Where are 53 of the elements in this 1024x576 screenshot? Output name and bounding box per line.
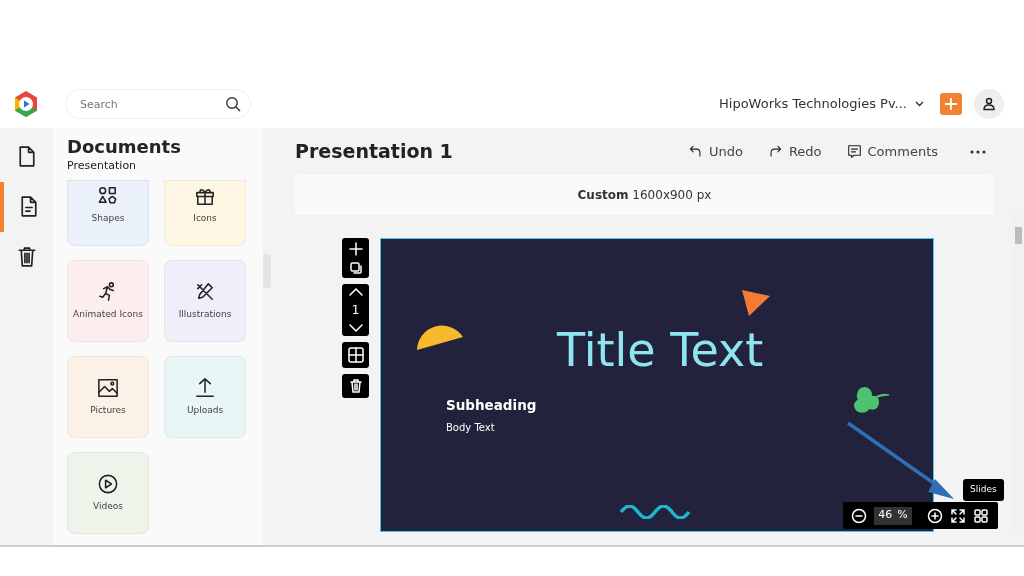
asset-tile[interactable]: Uploads bbox=[164, 356, 246, 439]
search-field[interactable]: Search bbox=[65, 89, 251, 119]
asset-tile[interactable]: Illustrations bbox=[164, 260, 246, 343]
page-number: 1 bbox=[351, 302, 360, 319]
search-icon[interactable] bbox=[225, 96, 241, 112]
zoom-out-button[interactable] bbox=[851, 507, 867, 524]
grid-icon bbox=[973, 507, 989, 524]
redo-button[interactable]: Redo bbox=[758, 141, 830, 162]
asset-tile[interactable]: Videos bbox=[67, 452, 149, 535]
comments-button[interactable]: Comments bbox=[837, 141, 946, 162]
panel-subtitle: Presentation bbox=[67, 157, 138, 174]
zoom-field[interactable]: 46 % bbox=[874, 506, 912, 525]
tooltip: Slides bbox=[963, 479, 1004, 501]
triangle-shape[interactable] bbox=[741, 289, 771, 317]
plus-icon bbox=[944, 97, 958, 111]
document-title: Presentation 1 bbox=[295, 140, 453, 163]
canvas-size[interactable]: Custom 1600x900 px bbox=[577, 186, 712, 204]
slide-subheading[interactable]: Subheading bbox=[446, 395, 537, 416]
slide-body-text[interactable]: Body Text bbox=[446, 420, 495, 435]
chevron-up-icon bbox=[347, 287, 364, 297]
previous-slide-button[interactable] bbox=[347, 287, 364, 297]
copy-icon bbox=[348, 261, 363, 275]
duplicate-button[interactable] bbox=[348, 261, 363, 275]
slides-button[interactable] bbox=[973, 507, 989, 524]
fit-screen-button[interactable] bbox=[950, 507, 966, 524]
chevron-down-icon[interactable] bbox=[915, 101, 924, 107]
undo-button[interactable]: Undo bbox=[678, 141, 751, 162]
wave-shape[interactable] bbox=[619, 505, 693, 519]
next-slide-button[interactable] bbox=[347, 323, 364, 333]
logo-icon bbox=[12, 90, 40, 118]
trash-icon bbox=[348, 378, 363, 394]
expand-icon bbox=[950, 507, 966, 524]
profile-button[interactable] bbox=[974, 89, 1004, 119]
asset-tile[interactable]: Animated Icons bbox=[67, 260, 149, 343]
user-icon bbox=[982, 97, 996, 111]
organization-name[interactable]: HipoWorks Technologies Pv... bbox=[719, 94, 907, 114]
asset-tile[interactable]: Shapes bbox=[67, 180, 149, 247]
add-button[interactable] bbox=[940, 93, 962, 115]
plus-icon bbox=[347, 241, 364, 257]
panel-title: Documents bbox=[67, 136, 182, 158]
asset-tile[interactable]: Pictures bbox=[67, 356, 149, 439]
chevron-down-icon bbox=[347, 323, 364, 333]
minus-circle-icon bbox=[851, 507, 867, 524]
plus-circle-icon bbox=[927, 507, 943, 524]
layout-button[interactable] bbox=[346, 346, 365, 364]
slide-title[interactable]: Title Text bbox=[557, 327, 764, 373]
add-slide-button[interactable] bbox=[347, 241, 364, 257]
delete-slide-button[interactable] bbox=[348, 378, 363, 394]
asset-tile[interactable]: Icons bbox=[164, 180, 246, 247]
grid-icon bbox=[346, 346, 365, 364]
comment-icon bbox=[845, 143, 863, 160]
more-icon[interactable] bbox=[970, 149, 986, 154]
zoom-in-button[interactable] bbox=[927, 507, 943, 524]
